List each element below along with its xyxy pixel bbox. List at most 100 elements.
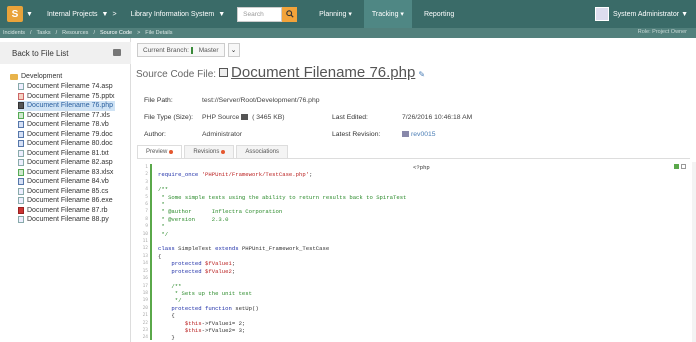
product-selector[interactable]: Library Information System ▼ — [131, 11, 226, 18]
breadcrumb-incidents[interactable]: Incidents — [3, 30, 25, 36]
file-label: Document Filename 84.vb — [27, 178, 109, 186]
status-dot-icon — [221, 150, 226, 154]
breadcrumb-resources[interactable]: Resources — [62, 30, 88, 36]
file-name-title[interactable]: Document Filename 76.php — [231, 64, 415, 81]
file-icon — [18, 187, 24, 195]
tab-divider — [137, 158, 690, 159]
tree-file-item[interactable]: Document Filename 81.txt — [18, 149, 115, 159]
code-token: ->fValue2= 3; — [201, 326, 246, 334]
file-icon — [18, 206, 24, 214]
project-selector[interactable]: Internal Projects ▼ > — [47, 11, 117, 18]
breadcrumb-separator: > — [137, 30, 141, 36]
current-branch-button[interactable]: Current Branch: Master — [137, 43, 225, 57]
line-number: 18 — [142, 290, 148, 296]
tree-file-item[interactable]: Document Filename 74.asp — [18, 82, 115, 92]
chevron-down-icon[interactable]: ▼ — [26, 11, 33, 18]
branch-dropdown-button[interactable]: ⌄ — [227, 43, 240, 57]
file-label: Document Filename 78.vb — [27, 121, 109, 129]
tree-file-item[interactable]: Document Filename 77.xls — [18, 111, 115, 121]
tree-file-item[interactable]: Document Filename 82.asp — [18, 158, 115, 168]
tree-file-item[interactable]: Document Filename 85.cs — [18, 187, 115, 197]
tab-associations[interactable]: Associations — [236, 145, 289, 158]
tab-preview-label: Preview — [146, 149, 168, 155]
chevron-right-icon: > — [112, 10, 117, 18]
file-icon — [18, 168, 24, 176]
wrap-toggle-icon[interactable] — [674, 164, 679, 169]
code-token: SimpleTest — [174, 245, 216, 253]
user-menu[interactable]: System Administrator ▼ — [594, 7, 688, 21]
folder-icon — [10, 73, 18, 80]
top-navbar: S ▼ Internal Projects ▼ > Library Inform… — [0, 0, 696, 28]
app-logo-icon[interactable]: S — [7, 6, 23, 22]
path-label: File Path: — [144, 97, 173, 104]
tree-file-item[interactable]: Document Filename 79.doc — [18, 130, 115, 140]
menu-reporting[interactable]: Reporting — [416, 0, 462, 28]
line-number: 10 — [142, 231, 148, 237]
tree-file-item[interactable]: Document Filename 87.rb — [18, 206, 115, 216]
branch-selector: Current Branch: Master ⌄ — [137, 43, 240, 57]
vertical-scrollbar[interactable] — [692, 162, 696, 342]
line-number: 9 — [145, 224, 148, 230]
caret-icon: ▾ — [348, 11, 352, 18]
file-tree: Development Document Filename 74.asp Doc… — [10, 72, 115, 225]
menu-reporting-label: Reporting — [423, 10, 455, 18]
file-icon — [18, 159, 24, 167]
file-icon — [18, 130, 24, 138]
file-label: Document Filename 86.exe — [27, 197, 113, 205]
breadcrumb-file-details: File Details — [145, 30, 173, 36]
tab-preview[interactable]: Preview — [137, 145, 183, 158]
line-number: 6 — [145, 202, 148, 208]
file-icon — [18, 92, 24, 100]
page-title: Source Code File: Document Filename 76.p… — [136, 64, 425, 81]
revision-icon — [402, 131, 409, 138]
file-label: Document Filename 82.asp — [27, 159, 113, 167]
file-label: Document Filename 85.cs — [27, 187, 109, 195]
menu-tracking-label: Tracking — [371, 10, 399, 18]
search-button[interactable] — [282, 6, 298, 22]
tree-file-item-selected[interactable]: Document Filename 76.php — [18, 101, 115, 111]
tree-folder-development[interactable]: Development — [10, 72, 115, 81]
tree-file-item[interactable]: Document Filename 84.vb — [18, 177, 115, 187]
file-label: Document Filename 75.pptx — [27, 92, 115, 100]
back-to-file-list-button[interactable]: Back to File List — [0, 42, 131, 64]
tree-file-item[interactable]: Document Filename 80.doc — [18, 139, 115, 149]
line-number: 1 — [145, 165, 148, 170]
file-properties: File Path: test://Server/Root/Developmen… — [144, 92, 564, 143]
line-number: 22 — [142, 320, 148, 326]
code-content: <?php require_once 'PHPUnit/Framework/Te… — [158, 164, 430, 342]
file-icon — [18, 83, 24, 91]
tree-file-item[interactable]: Document Filename 78.vb — [18, 120, 115, 130]
status-dot-icon — [169, 150, 174, 154]
tree-file-item[interactable]: Document Filename 75.pptx — [18, 92, 115, 102]
user-name: System Administrator — [612, 10, 680, 18]
tree-file-item[interactable]: Document Filename 83.xlsx — [18, 168, 115, 178]
file-icon — [18, 149, 24, 157]
breadcrumb-source-code[interactable]: Source Code — [100, 30, 132, 36]
line-number: 11 — [142, 239, 148, 245]
caret-icon: ▾ — [400, 11, 404, 18]
code-line: * @version 2.3.0 — [158, 215, 229, 223]
scroll-up-icon[interactable] — [681, 164, 686, 169]
branch-value: Master — [198, 46, 219, 54]
menu-tracking[interactable]: Tracking ▾ — [363, 0, 412, 28]
line-number: 2 — [145, 172, 148, 178]
collapse-pane-icon[interactable] — [113, 49, 121, 56]
tree-file-item[interactable]: Document Filename 88.py — [18, 215, 115, 225]
menu-planning[interactable]: Planning ▾ — [311, 0, 360, 28]
edit-pencil-icon[interactable]: ✎ — [418, 70, 425, 79]
file-label: Document Filename 76.php — [27, 102, 113, 110]
code-token: setUp() — [231, 304, 259, 312]
line-number: 21 — [142, 313, 148, 319]
tab-revisions[interactable]: Revisions — [184, 145, 235, 158]
file-tabs: Preview Revisions Associations — [137, 145, 290, 158]
search-input[interactable]: Search — [237, 6, 283, 22]
code-token: protected — [158, 267, 202, 275]
breadcrumb-tasks[interactable]: Tasks — [37, 30, 51, 36]
line-number: 20 — [142, 305, 148, 311]
code-preview[interactable]: 1234567891011121314151617181920212223242… — [140, 162, 688, 342]
code-token: $this — [158, 319, 202, 327]
tree-file-item[interactable]: Document Filename 86.exe — [18, 196, 115, 206]
search-icon — [285, 10, 294, 18]
chevron-down-icon: ⌄ — [230, 47, 237, 54]
revision-value[interactable]: rev0015 — [402, 131, 436, 138]
